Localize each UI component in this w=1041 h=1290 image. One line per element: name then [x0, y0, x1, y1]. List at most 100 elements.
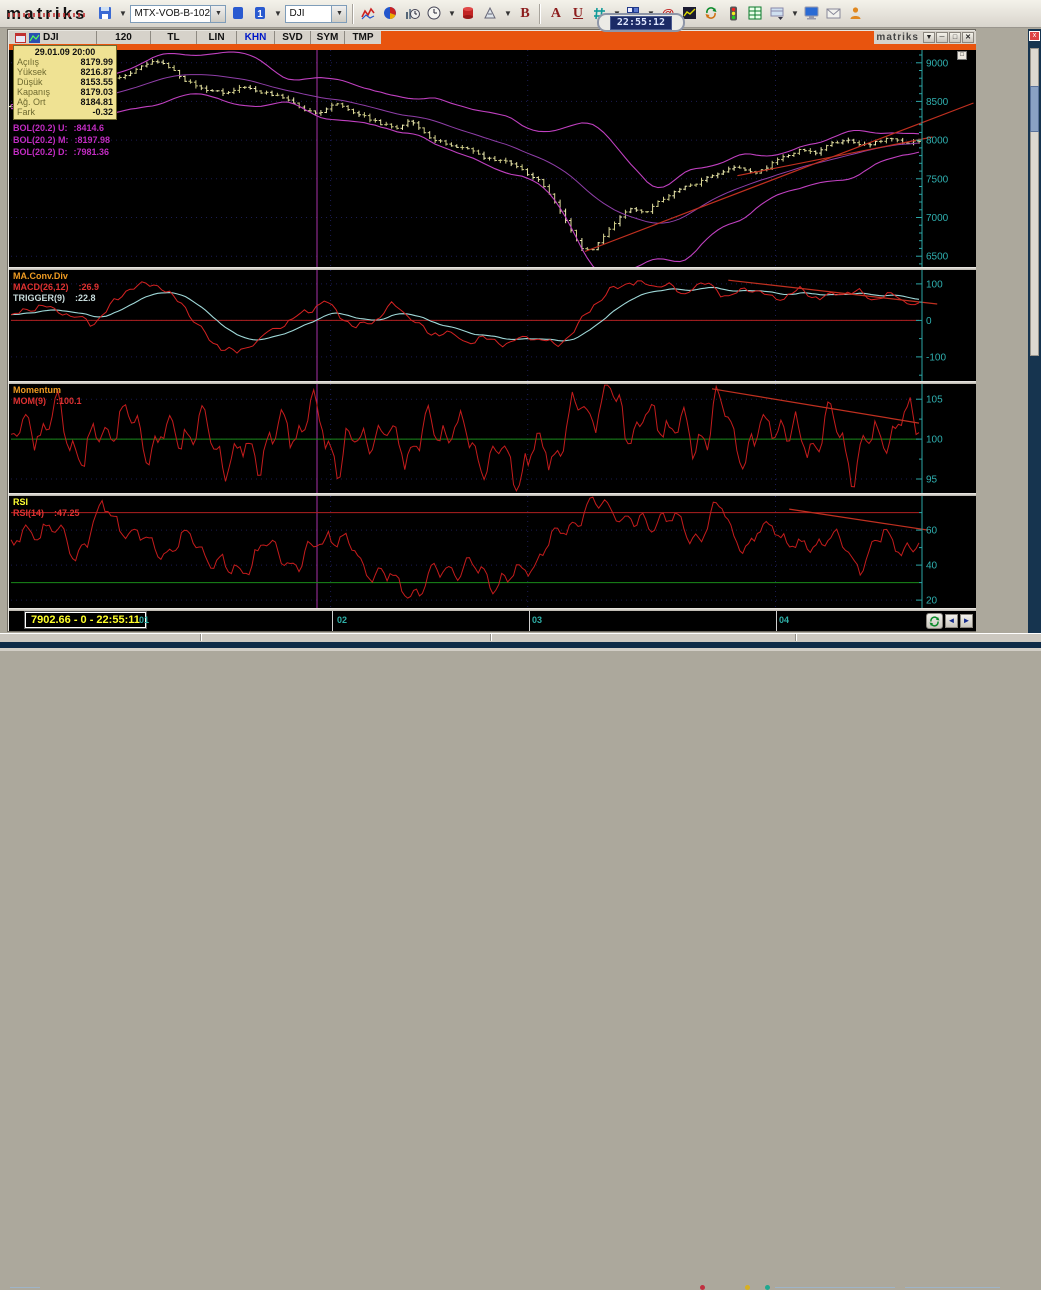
macd-panel[interactable]: 100 0 -100 MA.Conv.Div MACD(26,12):26.9 TR… [9, 270, 976, 381]
rsi-title: RSI [13, 497, 29, 507]
symbol-combo-caret[interactable]: ▼ [331, 5, 347, 22]
bol-upper-value: :8414.6 [73, 123, 105, 133]
number-one-caret[interactable]: ▼ [273, 9, 282, 18]
bol-mid-label: BOL(20.2) M: [13, 135, 69, 145]
number-one-icon[interactable]: 1 [251, 4, 270, 23]
save-icon[interactable] [96, 4, 115, 23]
macd-line-value: :26.9 [78, 282, 100, 292]
minimize-button[interactable]: ─ [936, 32, 948, 43]
chart-icon [29, 33, 40, 43]
close-button[interactable]: ✕ [962, 32, 974, 43]
chart-clock-icon[interactable] [403, 4, 422, 23]
line-chart-icon[interactable] [359, 4, 378, 23]
info-label: Düşük [17, 77, 43, 87]
info-date: 29.01.09 20:00 [34, 47, 96, 57]
x-label-01: 01 [139, 615, 150, 625]
mail-icon[interactable] [824, 4, 843, 23]
svg-text:100: 100 [926, 279, 943, 290]
price-panel[interactable]: 9000 8500 8000 7500 7000 6500 29.01.09 20:00 … [9, 45, 976, 276]
svg-text:105: 105 [926, 395, 943, 406]
tab-sym-label: SYM [316, 32, 339, 43]
taskbar-yellow-dot-icon [745, 1285, 750, 1290]
table-dropdown-icon[interactable] [768, 4, 787, 23]
info-label: Kapanış [17, 87, 51, 97]
background-close-icon[interactable]: x [1029, 31, 1040, 41]
compass-caret[interactable]: ▼ [503, 9, 512, 18]
pie-chart-icon[interactable] [381, 4, 400, 23]
save-dropdown-caret[interactable]: ▼ [118, 9, 127, 18]
x-label-02: 02 [337, 615, 348, 625]
person-icon[interactable] [846, 4, 865, 23]
monitor-icon[interactable] [802, 4, 821, 23]
x-label-03: 03 [532, 615, 543, 625]
svg-text:95: 95 [926, 475, 938, 486]
toolbar-separator [539, 3, 542, 24]
tab-currency[interactable]: TL [151, 31, 197, 44]
tab-khn-label: KHN [244, 32, 267, 43]
tab-tmp-label: TMP [352, 32, 374, 43]
scroll-right-button[interactable]: ► [960, 614, 973, 628]
maximize-button[interactable]: □ [949, 32, 961, 43]
scroll-left-button[interactable]: ◄ [945, 614, 958, 628]
underline-icon[interactable]: U [568, 4, 587, 23]
child-restore-button[interactable]: □ [957, 51, 967, 60]
tab-lin[interactable]: LIN [197, 31, 237, 44]
svg-text:6500: 6500 [926, 252, 949, 263]
tab-lin-label: LIN [208, 32, 225, 43]
background-scrollbar-thumb[interactable] [1030, 86, 1039, 132]
workspace-combo-caret[interactable]: ▼ [210, 5, 226, 22]
svg-text:1: 1 [258, 9, 264, 20]
tab-svd[interactable]: SVD [275, 31, 311, 44]
macd-chart-svg[interactable]: 100 0 -100 [9, 270, 976, 381]
rsi-line-label: RSI(14) [13, 508, 45, 518]
rsi-labels: RSI RSI(14):47.25 [13, 497, 80, 519]
bol-upper-label: BOL(20.2) U: [13, 123, 68, 133]
svg-text:8500: 8500 [926, 97, 949, 108]
refresh-chart-button[interactable] [926, 613, 943, 629]
svg-text:40: 40 [926, 561, 938, 572]
workspace-combo-value: MTX-VOB-B-102 [134, 8, 211, 19]
info-label: Fark [17, 107, 35, 117]
taskbar-teal-dot-icon [765, 1285, 770, 1290]
traffic-light-icon[interactable] [724, 4, 743, 23]
chart-nav-controls: ◄ ► [926, 613, 973, 629]
symbol-combo[interactable]: DJI ▼ [285, 4, 348, 23]
tab-khn[interactable]: KHN [237, 31, 275, 44]
svg-text:20: 20 [926, 596, 938, 607]
momentum-panel[interactable]: 105 100 95 Momentum MOM(9):100.1 [9, 384, 976, 493]
refresh-icon[interactable] [702, 4, 721, 23]
database-icon[interactable] [459, 4, 478, 23]
table-dropdown-caret[interactable]: ▼ [790, 9, 799, 18]
momentum-chart-svg[interactable]: 105 100 95 [9, 384, 976, 493]
statusbar-divider [200, 634, 202, 641]
green-grid-icon[interactable] [746, 4, 765, 23]
matriks-logo: matriks [4, 4, 93, 24]
font-a-icon[interactable]: A [546, 4, 565, 23]
rsi-panel[interactable]: 60 40 20 RSI RSI(14):47.25 [9, 496, 976, 608]
workspace-combo[interactable]: MTX-VOB-B-102 ▼ [130, 4, 227, 23]
chart-window-header: DJI 120 TL LIN KHN SVD SYM TMP matriks ▼… [9, 31, 976, 44]
svg-text:100: 100 [926, 435, 943, 446]
page-icon[interactable] [229, 4, 248, 23]
taskbar-red-dot-icon [700, 1285, 705, 1290]
trigger-line-value: :22.8 [75, 293, 96, 303]
tab-sym[interactable]: SYM [311, 31, 345, 44]
clock-caret[interactable]: ▼ [447, 9, 456, 18]
chart-window: DJI 120 TL LIN KHN SVD SYM TMP matriks ▼… [7, 29, 976, 632]
tab-svd-label: SVD [282, 32, 303, 43]
bold-icon[interactable]: B [515, 4, 534, 23]
header-app-label: matriks [876, 32, 919, 43]
window-menu-button[interactable]: ▼ [923, 32, 935, 43]
tab-tmp[interactable]: TMP [345, 31, 381, 44]
bol-mid-value: :8197.98 [74, 135, 111, 145]
tab-period[interactable]: 120 [97, 31, 151, 44]
rsi-chart-svg[interactable]: 60 40 20 [9, 496, 976, 608]
tab-symbol[interactable]: DJI [9, 31, 97, 44]
header-window-controls: matriks ▼ ─ □ ✕ [874, 31, 976, 44]
momentum-labels: Momentum MOM(9):100.1 [13, 385, 82, 407]
compass-icon[interactable] [481, 4, 500, 23]
taskbar-text-dash [905, 1287, 1000, 1288]
statusbar-divider [490, 634, 492, 641]
clock-icon[interactable] [425, 4, 444, 23]
price-chart-svg[interactable]: 9000 8500 8000 7500 7000 6500 [9, 50, 976, 276]
